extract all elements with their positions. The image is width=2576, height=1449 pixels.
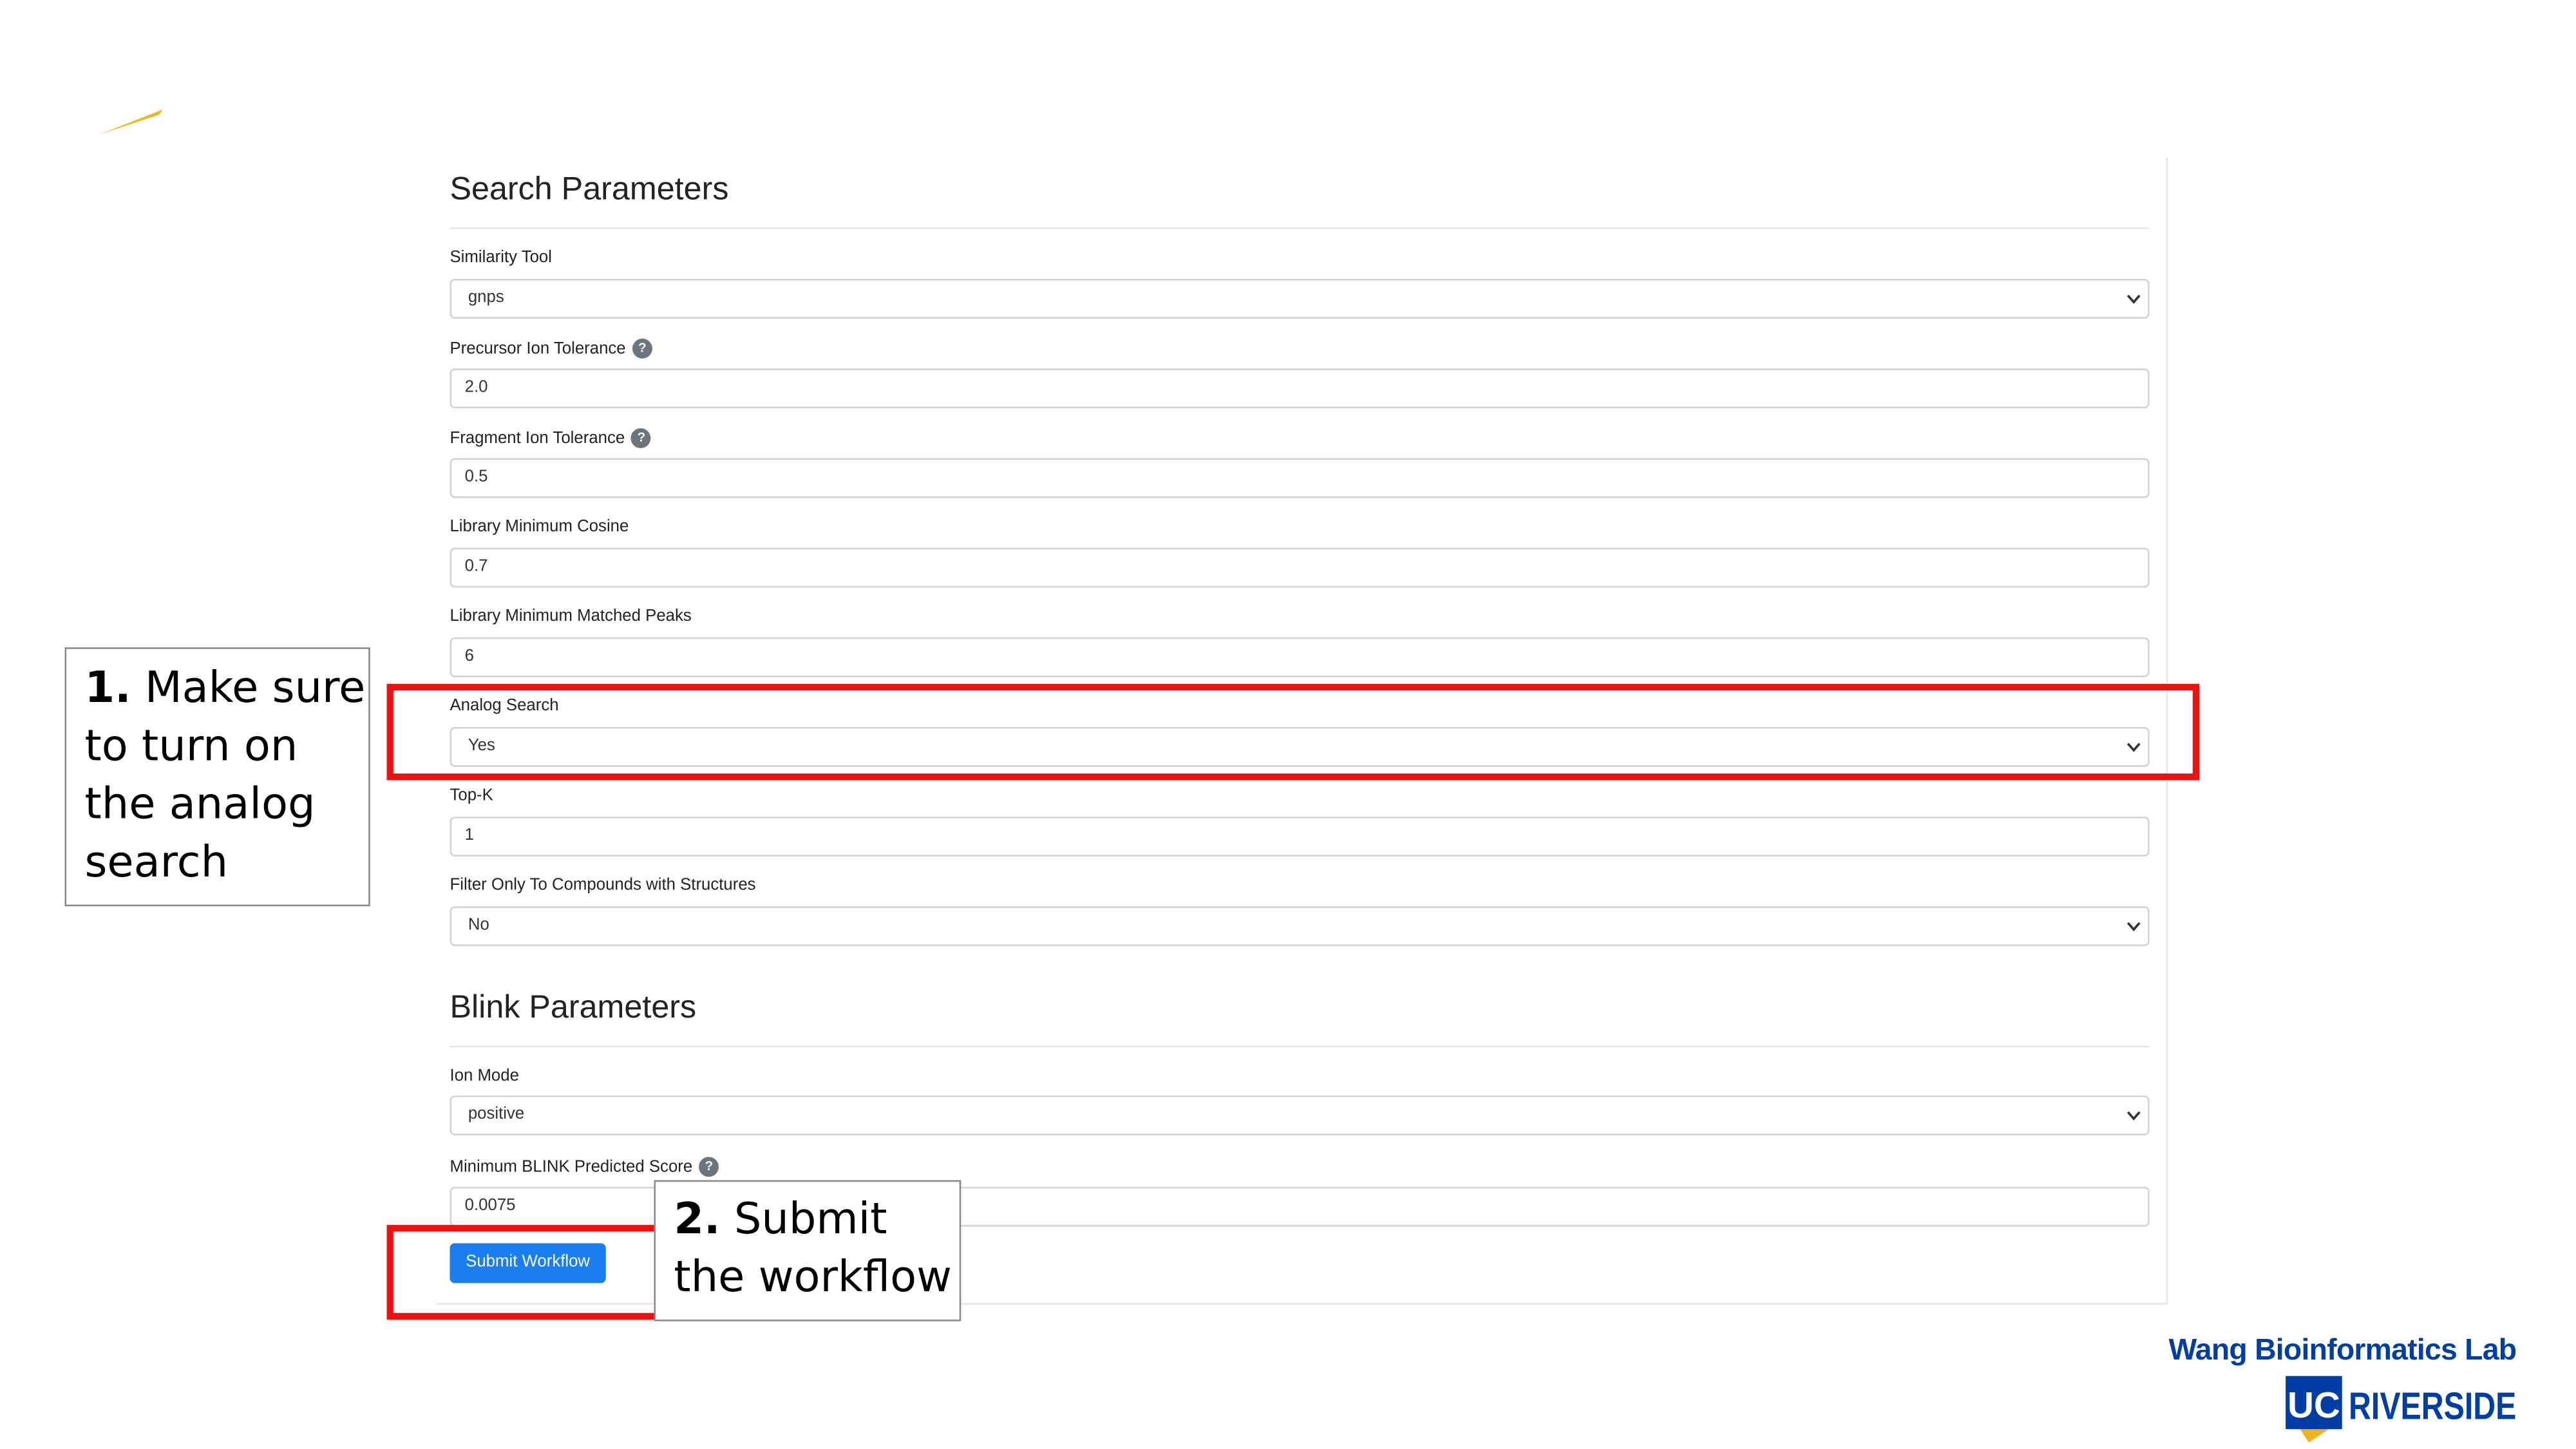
precursor-tolerance-label: Precursor Ion Tolerance? (450, 338, 652, 359)
help-icon[interactable]: ? (631, 428, 652, 448)
logo-swoosh-icon (99, 109, 163, 135)
logo-uc: UC (2287, 1385, 2340, 1426)
section-divider (450, 227, 2150, 229)
logo-campus: RIVERSIDE (2349, 1385, 2516, 1428)
ion-mode-select[interactable]: positive (450, 1095, 2150, 1135)
search-parameters-heading: Search Parameters (450, 171, 729, 208)
analog-search-highlight (386, 683, 2200, 781)
precursor-tolerance-input[interactable]: 2.0 (450, 368, 2150, 409)
callout-line: the workflow (674, 1253, 952, 1303)
callout-line: the analog (84, 780, 316, 830)
submit-button-highlight (386, 1225, 669, 1320)
callout-analog-search: 1. Make sure to turn on the analog searc… (64, 647, 370, 907)
min-peaks-input[interactable]: 6 (450, 637, 2150, 677)
filter-structures-select[interactable]: No (450, 906, 2150, 947)
blink-parameters-heading: Blink Parameters (450, 989, 697, 1026)
ion-mode-label: Ion Mode (450, 1067, 519, 1086)
min-cosine-label: Library Minimum Cosine (450, 518, 629, 536)
min-blink-score-label: Minimum BLINK Predicted Score? (450, 1157, 719, 1177)
uc-riverside-logo-icon: UC RIVERSIDE (2286, 1376, 2516, 1443)
top-k-input[interactable]: 1 (450, 817, 2150, 857)
help-icon[interactable]: ? (632, 338, 652, 359)
similarity-tool-label: Similarity Tool (450, 249, 552, 267)
min-peaks-label: Library Minimum Matched Peaks (450, 607, 692, 626)
callout-line: to turn on (84, 722, 298, 772)
chevron-down-icon (2126, 922, 2141, 932)
callout-line: 2. Submit (674, 1195, 887, 1245)
chevron-down-icon (2126, 1111, 2141, 1121)
top-k-label: Top-K (450, 786, 493, 806)
fragment-tolerance-input[interactable]: 0.5 (450, 458, 2150, 498)
fragment-tolerance-label: Fragment Ion Tolerance? (450, 428, 652, 448)
section-divider (450, 1045, 2150, 1048)
filter-structures-label: Filter Only To Compounds with Structures (450, 876, 756, 895)
callout-line: 1. Make sure (84, 663, 366, 714)
min-cosine-input[interactable]: 0.7 (450, 547, 2150, 588)
callout-step-number: 2. (674, 1195, 721, 1245)
callout-step-number: 1. (84, 663, 131, 714)
callout-submit: 2. Submit the workflow (654, 1180, 961, 1321)
callout-line: search (84, 838, 229, 888)
help-icon[interactable]: ? (699, 1157, 719, 1177)
lab-name: Wang Bioinformatics Lab (2168, 1332, 2517, 1367)
chevron-down-icon (2126, 294, 2141, 304)
similarity-tool-select[interactable]: gnps (450, 279, 2150, 319)
